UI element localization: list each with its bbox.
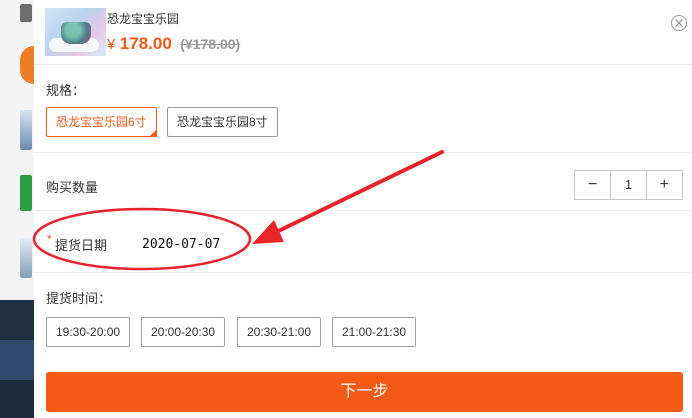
- pickup-time-label: 提货时间：: [46, 291, 112, 306]
- spec-option-label: 恐龙宝宝乐园8寸: [177, 115, 268, 129]
- spec-option-6inch[interactable]: 恐龙宝宝乐园6寸: [46, 107, 157, 137]
- spec-option-8inch[interactable]: 恐龙宝宝乐园8寸: [167, 107, 278, 137]
- divider: [34, 152, 692, 153]
- product-price: 178.00: [119, 34, 172, 53]
- time-slot-button[interactable]: 20:00-20:30: [141, 317, 226, 347]
- divider: [34, 272, 692, 273]
- time-slot-button[interactable]: 20:30-21:00: [237, 317, 322, 347]
- quantity-stepper: − 1 +: [574, 170, 683, 200]
- background-thumbnail: [20, 4, 32, 22]
- time-slot-label: 20:30-21:00: [247, 325, 312, 339]
- next-step-button[interactable]: 下一步: [46, 372, 683, 412]
- pickup-date-field[interactable]: 2020-07-07: [142, 237, 220, 252]
- currency-symbol: ¥: [107, 36, 116, 53]
- time-slot-label: 19:30-20:00: [56, 325, 121, 339]
- divider: [34, 210, 692, 211]
- required-star: *: [47, 232, 52, 246]
- quantity-minus-button[interactable]: −: [575, 171, 610, 199]
- quantity-plus-button[interactable]: +: [647, 171, 682, 199]
- quantity-input[interactable]: 1: [610, 171, 647, 199]
- spec-option-label: 恐龙宝宝乐园6寸: [56, 115, 147, 129]
- purchase-modal: 恐龙宝宝乐园 ¥ 178.00 (¥178.00) 规格： 恐龙宝宝乐园6寸 恐…: [34, 0, 692, 418]
- background-thumbnail: [20, 110, 32, 150]
- background-thumbnail: [20, 238, 32, 278]
- selected-corner-mark: [148, 129, 157, 137]
- time-slot-button[interactable]: 21:00-21:30: [332, 317, 417, 347]
- spec-label: 规格：: [46, 83, 86, 98]
- pickup-date-label: 提货日期: [55, 238, 108, 253]
- background-thumbnail: [20, 175, 32, 211]
- time-slot-button[interactable]: 19:30-20:00: [46, 317, 131, 347]
- original-price: (¥178.00): [180, 36, 241, 52]
- time-slot-label: 21:00-21:30: [342, 325, 407, 339]
- product-header: 恐龙宝宝乐园 ¥ 178.00 (¥178.00): [34, 0, 692, 65]
- time-slot-label: 20:00-20:30: [151, 325, 216, 339]
- background-page: [0, 0, 36, 418]
- quantity-label: 购买数量: [46, 180, 99, 195]
- product-name: 恐龙宝宝乐园: [107, 12, 180, 26]
- price-row: ¥ 178.00 (¥178.00): [107, 34, 240, 54]
- close-icon[interactable]: [671, 15, 687, 31]
- product-image: [45, 8, 106, 56]
